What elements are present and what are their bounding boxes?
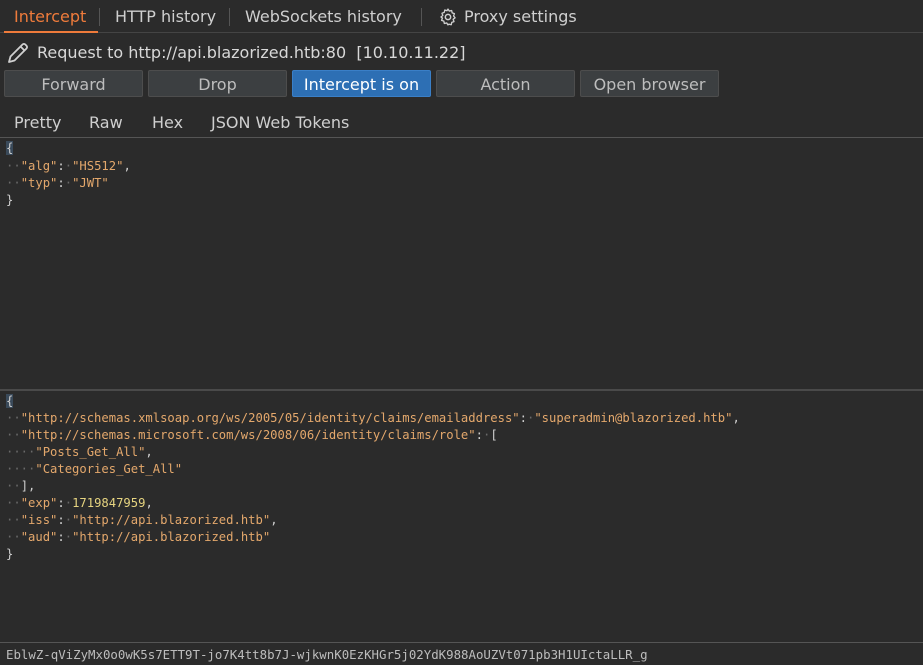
- json-key: "http://schemas.microsoft.com/ws/2008/06…: [20, 428, 476, 442]
- action-button[interactable]: Action: [436, 70, 575, 97]
- tab-json-web-tokens[interactable]: JSON Web Tokens: [196, 113, 364, 140]
- code-line: }: [6, 193, 14, 207]
- code-line: {: [6, 394, 14, 408]
- tab-websockets-history[interactable]: WebSockets history: [245, 0, 402, 32]
- tab-raw[interactable]: Raw: [89, 113, 123, 132]
- json-key: "typ": [20, 176, 58, 190]
- tab-separator: [229, 8, 230, 26]
- json-value: "HS512": [72, 159, 124, 173]
- json-key: "http://schemas.xmlsoap.org/ws/2005/05/i…: [20, 411, 520, 425]
- json-value: "superadmin@blazorized.htb": [534, 411, 733, 425]
- jwt-signature-field[interactable]: EblwZ-qViZyMx0o0wK5s7ETT9T-jo7K4tt8b7J-w…: [0, 642, 923, 665]
- tab-separator: [99, 8, 100, 26]
- tab-http-history[interactable]: HTTP history: [115, 0, 216, 32]
- pencil-icon: [8, 43, 28, 63]
- code-line: ··"exp":·1719847959,: [6, 496, 153, 510]
- json-key: "aud": [20, 530, 58, 544]
- drop-button[interactable]: Drop: [148, 70, 287, 97]
- code-line: }: [6, 547, 14, 561]
- request-url: Request to http://api.blazorized.htb:80: [37, 43, 347, 62]
- tab-hex[interactable]: Hex: [152, 113, 183, 132]
- json-value: "http://api.blazorized.htb": [72, 530, 271, 544]
- request-target: Request to http://api.blazorized.htb:80 …: [37, 43, 466, 62]
- intercept-toggle-button[interactable]: Intercept is on: [292, 70, 431, 97]
- jwt-header-editor[interactable]: { ··"alg":·"HS512", ··"typ":·"JWT" }: [0, 138, 923, 388]
- proxy-tab-bar: Intercept HTTP history WebSockets histor…: [0, 0, 923, 33]
- code-line: {: [6, 141, 14, 155]
- code-line: ····"Posts_Get_All",: [6, 445, 153, 459]
- jwt-payload-editor[interactable]: { ··"http://schemas.xmlsoap.org/ws/2005/…: [0, 392, 923, 640]
- json-value: "Categories_Get_All": [35, 462, 183, 476]
- code-line: ··],: [6, 479, 36, 493]
- json-key: "iss": [20, 513, 58, 527]
- pane-splitter[interactable]: [0, 389, 923, 391]
- json-value: "http://api.blazorized.htb": [72, 513, 271, 527]
- code-line: ····"Categories_Get_All": [6, 462, 183, 476]
- tab-proxy-settings[interactable]: Proxy settings: [464, 0, 577, 32]
- forward-button[interactable]: Forward: [4, 70, 143, 97]
- request-ip: [10.10.11.22]: [356, 43, 466, 62]
- code-line: ··"http://schemas.xmlsoap.org/ws/2005/05…: [6, 411, 740, 425]
- code-line: ··"aud":·"http://api.blazorized.htb": [6, 530, 271, 544]
- tab-pretty[interactable]: Pretty: [14, 113, 61, 132]
- open-browser-button[interactable]: Open browser: [580, 70, 719, 97]
- request-info-bar: Request to http://api.blazorized.htb:80 …: [0, 36, 923, 68]
- code-line: ··"alg":·"HS512",: [6, 159, 131, 173]
- json-value: 1719847959: [72, 496, 146, 510]
- json-value: "Posts_Get_All": [35, 445, 146, 459]
- json-key: "alg": [20, 159, 58, 173]
- tab-intercept[interactable]: Intercept: [3, 0, 99, 33]
- gear-icon[interactable]: [438, 7, 458, 27]
- code-line: ··"iss":·"http://api.blazorized.htb",: [6, 513, 278, 527]
- tab-separator: [421, 8, 422, 26]
- code-line: ··"http://schemas.microsoft.com/ws/2008/…: [6, 428, 498, 442]
- message-view-tabs: Pretty Raw Hex JSON Web Tokens: [0, 107, 923, 140]
- code-line: ··"typ":·"JWT": [6, 176, 109, 190]
- json-key: "exp": [20, 496, 58, 510]
- json-value: "JWT": [72, 176, 109, 190]
